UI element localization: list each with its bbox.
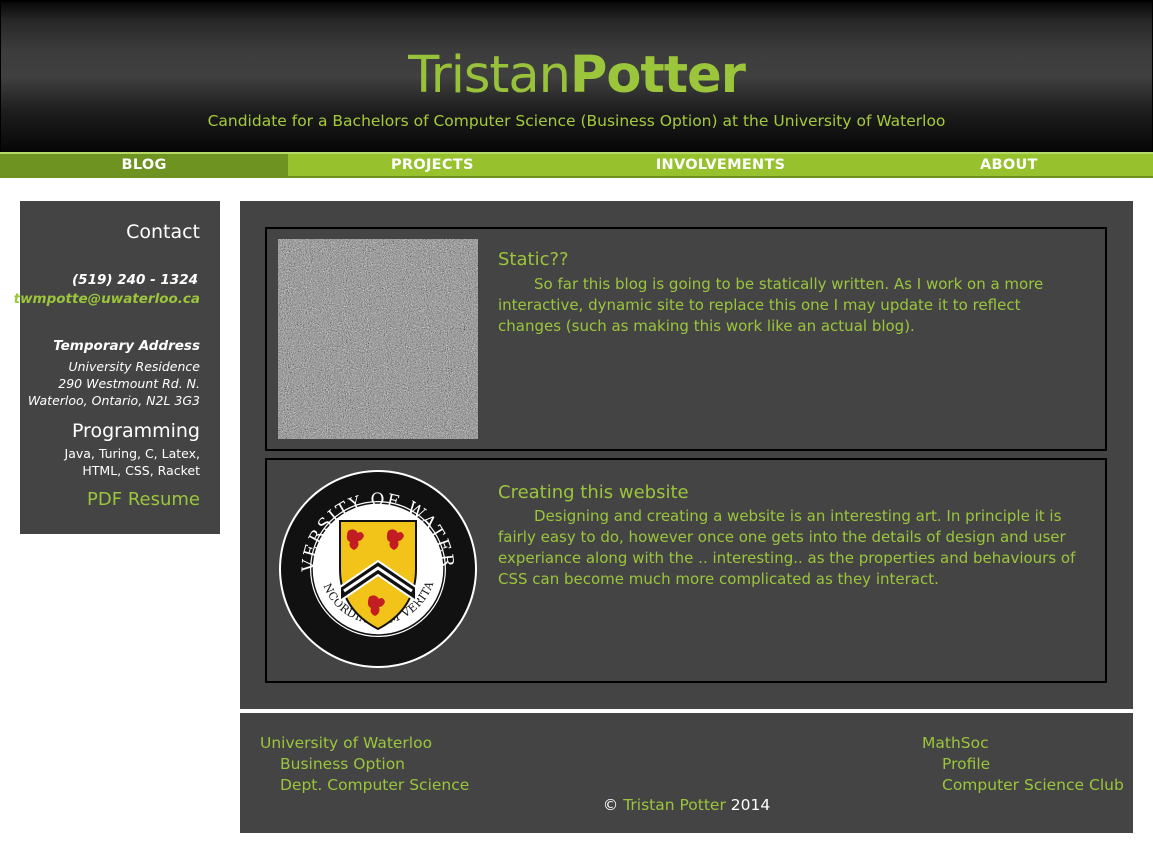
email-link[interactable]: twmpotte@uwaterloo.ca xyxy=(14,291,200,307)
site-tagline: Candidate for a Bachelors of Computer Sc… xyxy=(207,112,946,130)
site-header: TristanPotter Candidate for a Bachelors … xyxy=(0,0,1153,152)
post-title: Creating this website xyxy=(498,482,689,503)
footer-link-business-option[interactable]: Business Option xyxy=(260,754,469,775)
address-line: 290 Westmount Rd. N. xyxy=(58,376,200,391)
site-footer: University of Waterloo Business Option D… xyxy=(240,713,1133,833)
blog-post: UNIVERSITY OF WATERLOO CONCORDIA CUM VER… xyxy=(265,454,1107,683)
programming-heading: Programming xyxy=(71,420,200,442)
post-body: Designing and creating a website is an i… xyxy=(498,507,1076,588)
copyright: © Tristan Potter 2014 xyxy=(240,796,1133,814)
site-title-last: Potter xyxy=(570,46,746,105)
address-block: University Residence 290 Westmount Rd. N… xyxy=(28,358,200,409)
site-title[interactable]: TristanPotter xyxy=(1,46,1152,106)
nav-item-projects[interactable]: PROJECTS xyxy=(288,154,576,176)
static-noise-image xyxy=(278,239,478,439)
address-line: Waterloo, Ontario, N2L 3G3 xyxy=(27,393,200,408)
contact-heading: Contact xyxy=(126,221,200,243)
site-title-first: Tristan xyxy=(408,46,571,105)
copyright-name[interactable]: Tristan Potter xyxy=(623,796,726,814)
university-of-waterloo-seal: UNIVERSITY OF WATERLOO CONCORDIA CUM VER… xyxy=(270,454,478,669)
address-heading: Temporary Address xyxy=(53,338,200,354)
nav-item-involvements[interactable]: INVOLVEMENTS xyxy=(577,154,865,176)
pdf-resume-link[interactable]: PDF Resume xyxy=(87,489,200,510)
post-body: So far this blog is going to be statical… xyxy=(498,275,1044,335)
main-nav: BLOG PROJECTS INVOLVEMENTS ABOUT xyxy=(0,152,1153,178)
copyright-year: 2014 xyxy=(730,796,771,814)
address-line: University Residence xyxy=(68,359,200,374)
nav-item-about[interactable]: ABOUT xyxy=(865,154,1153,176)
footer-link-uwaterloo[interactable]: University of Waterloo xyxy=(260,733,469,754)
footer-links-right: MathSoc Profile Computer Science Club xyxy=(922,733,1124,796)
footer-link-mathsoc[interactable]: MathSoc xyxy=(922,733,1124,754)
footer-links-left: University of Waterloo Business Option D… xyxy=(260,733,469,796)
nav-item-blog[interactable]: BLOG xyxy=(0,154,289,176)
footer-link-dept-cs[interactable]: Dept. Computer Science xyxy=(260,775,469,796)
post-title: Static?? xyxy=(498,249,569,270)
footer-link-cs-club[interactable]: Computer Science Club xyxy=(922,775,1124,796)
blog-content: Static?? So far this blog is going to be… xyxy=(240,201,1133,709)
programming-languages: Java, Turing, C, Latex, HTML, CSS, Racke… xyxy=(64,446,200,478)
blog-post: Static?? So far this blog is going to be… xyxy=(265,227,1107,451)
contact-sidebar: Contact (519) 240 - 1324 twmpotte@uwater… xyxy=(14,201,220,534)
copyright-symbol: © xyxy=(602,796,619,814)
phone-number: (519) 240 - 1324 xyxy=(72,272,198,288)
footer-link-profile[interactable]: Profile xyxy=(922,754,1124,775)
